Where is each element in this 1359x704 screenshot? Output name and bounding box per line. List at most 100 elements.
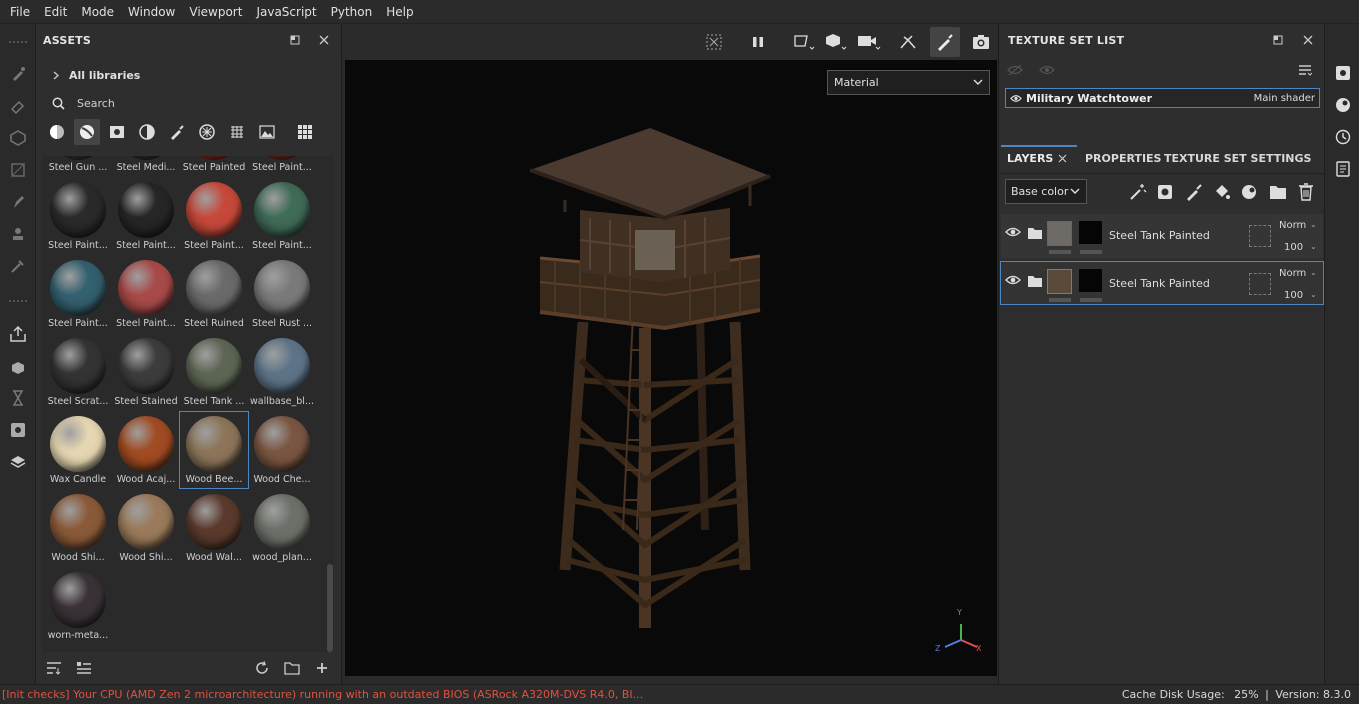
mask-thumbnail[interactable] — [1079, 221, 1102, 244]
texture-filter-icon[interactable] — [224, 119, 250, 145]
mask-slot[interactable] — [1249, 225, 1271, 247]
status-message[interactable]: [Init checks] Your CPU (AMD Zen 2 microa… — [0, 688, 980, 701]
menu-mode[interactable]: Mode — [74, 5, 121, 19]
asset-tile[interactable]: Steel Paint... — [248, 178, 316, 254]
asset-tile[interactable]: Steel Scrat... — [44, 334, 112, 410]
add-paint-layer-icon[interactable] — [1184, 182, 1204, 202]
shader-settings-icon[interactable] — [8, 452, 28, 472]
add-mask-icon[interactable] — [1156, 182, 1176, 202]
symmetry-icon[interactable] — [896, 30, 920, 54]
add-smart-material-icon[interactable] — [1240, 182, 1260, 202]
material-filter-icon[interactable] — [44, 119, 70, 145]
asset-tile[interactable]: Steel Paint... — [112, 178, 180, 254]
layer-row-selected[interactable]: Steel Tank Painted Norm ⌄ 100 ⌄ — [1000, 261, 1324, 305]
environment-icon[interactable] — [1334, 96, 1352, 114]
environment-filter-icon[interactable] — [254, 119, 280, 145]
camera-frame-icon[interactable] — [702, 30, 726, 54]
asset-tile[interactable]: Wood Bee... — [179, 411, 249, 489]
menu-python[interactable]: Python — [324, 5, 380, 19]
object-display-icon[interactable] — [822, 30, 850, 54]
asset-tile[interactable]: Steel Paint... — [180, 178, 248, 254]
projection-icon[interactable] — [8, 128, 28, 148]
tab-properties[interactable]: PROPERTIES — [1085, 152, 1161, 165]
display-settings-icon[interactable] — [8, 420, 28, 440]
asset-tile[interactable]: Steel Gun ... — [44, 156, 112, 176]
menu-javascript[interactable]: JavaScript — [249, 5, 323, 19]
asset-tile[interactable]: Wax Candle — [44, 412, 112, 488]
menu-viewport[interactable]: Viewport — [182, 5, 249, 19]
clone-stamp-icon[interactable] — [8, 224, 28, 244]
blend-mode[interactable]: Norm — [1279, 268, 1306, 279]
import-folder-icon[interactable] — [284, 660, 300, 676]
delete-layer-icon[interactable] — [1296, 182, 1316, 202]
asset-tile[interactable]: Steel Paint... — [112, 256, 180, 332]
camera-icon[interactable] — [854, 30, 884, 54]
asset-tile[interactable]: Steel Ruined — [180, 256, 248, 332]
polygon-fill-icon[interactable] — [8, 160, 28, 180]
channel-select[interactable]: Base color — [1005, 179, 1087, 204]
history-icon[interactable] — [8, 388, 28, 408]
color-picker-icon[interactable] — [8, 256, 28, 276]
texture-set-item[interactable]: Military Watchtower Main shader — [1005, 88, 1320, 108]
asset-tile[interactable]: Steel Paint... — [44, 256, 112, 332]
paint-brush-icon[interactable] — [8, 64, 28, 84]
close-icon[interactable] — [1300, 32, 1316, 48]
asset-tile[interactable]: Steel Paint... — [44, 178, 112, 254]
undock-icon[interactable] — [287, 32, 303, 48]
smudge-icon[interactable] — [8, 192, 28, 212]
bake-icon[interactable] — [8, 358, 28, 378]
asset-tile[interactable]: Wood Wal... — [180, 490, 248, 566]
refresh-icon[interactable] — [254, 660, 270, 676]
eye-icon[interactable] — [1005, 274, 1021, 286]
add-icon[interactable] — [314, 660, 330, 676]
asset-tile[interactable]: Wood Acaj... — [112, 412, 180, 488]
blend-mode[interactable]: Norm — [1279, 220, 1306, 231]
pause-icon[interactable] — [746, 30, 770, 54]
scrollbar-thumb[interactable] — [327, 564, 333, 652]
grid-view-icon[interactable] — [292, 119, 318, 145]
menu-window[interactable]: Window — [121, 5, 182, 19]
asset-tile[interactable]: wood_plan... — [248, 490, 316, 566]
menu-edit[interactable]: Edit — [37, 5, 74, 19]
export-icon[interactable] — [8, 324, 28, 344]
asset-tile[interactable]: Wood Shi... — [112, 490, 180, 566]
add-effect-icon[interactable] — [1128, 182, 1148, 202]
tab-layers[interactable]: LAYERS — [1007, 152, 1053, 165]
asset-tile[interactable]: Wood Shi... — [44, 490, 112, 566]
asset-tile[interactable]: worn-meta... — [44, 568, 112, 644]
asset-tile[interactable]: Steel Paint... — [248, 156, 316, 176]
asset-scrollbar[interactable] — [326, 156, 334, 652]
hidden-eye-icon[interactable] — [1007, 62, 1023, 78]
layer-thumbnail[interactable] — [1047, 221, 1072, 246]
search-field[interactable]: Search — [40, 92, 336, 114]
smart-material-filter-icon[interactable] — [74, 119, 100, 145]
mask-slot[interactable] — [1249, 273, 1271, 295]
view-2d-3d-icon[interactable] — [790, 30, 818, 54]
brush-filter-icon[interactable] — [164, 119, 190, 145]
viewport-scene[interactable]: Y X Z Material — [345, 60, 997, 676]
material-mode-select[interactable]: Material — [827, 70, 990, 95]
layer-opacity[interactable]: 100 — [1284, 242, 1303, 253]
undock-icon[interactable] — [1270, 32, 1286, 48]
menu-file[interactable]: File — [3, 5, 37, 19]
asset-tile[interactable]: Wood Che... — [248, 412, 316, 488]
menu-help[interactable]: Help — [379, 5, 420, 19]
layer-row[interactable]: Steel Tank Painted Norm ⌄ 100 ⌄ — [1001, 214, 1323, 258]
smart-mask-filter-icon[interactable] — [104, 119, 130, 145]
layer-opacity[interactable]: 100 — [1284, 290, 1303, 301]
history-clock-icon[interactable] — [1334, 128, 1352, 146]
asset-tile[interactable]: Steel Medi... — [112, 156, 180, 176]
add-fill-layer-icon[interactable] — [1212, 182, 1232, 202]
list-view-icon[interactable] — [76, 660, 92, 676]
log-icon[interactable] — [1334, 160, 1352, 178]
eye-icon[interactable] — [1010, 94, 1022, 103]
asset-tile[interactable]: Steel Rust ... — [248, 256, 316, 332]
add-folder-icon[interactable] — [1268, 182, 1288, 202]
generator-filter-icon[interactable] — [134, 119, 160, 145]
alpha-filter-icon[interactable] — [194, 119, 220, 145]
screenshot-icon[interactable] — [969, 30, 993, 54]
asset-tile[interactable]: Steel Painted — [180, 156, 248, 176]
asset-tile[interactable]: Steel Stained — [112, 334, 180, 410]
asset-tile[interactable]: Steel Tank ... — [180, 334, 248, 410]
close-icon[interactable] — [316, 32, 332, 48]
